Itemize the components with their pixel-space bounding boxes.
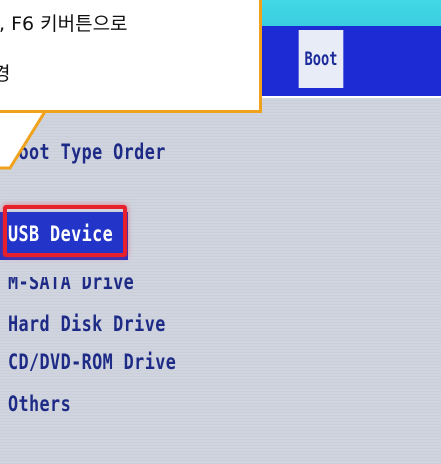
callout-text-line2: 경 xyxy=(0,63,11,85)
callout-text-line1: , F6 키버튼으로 xyxy=(0,13,128,35)
annotation-callout: , F6 키버튼으로 경 xyxy=(0,0,262,113)
